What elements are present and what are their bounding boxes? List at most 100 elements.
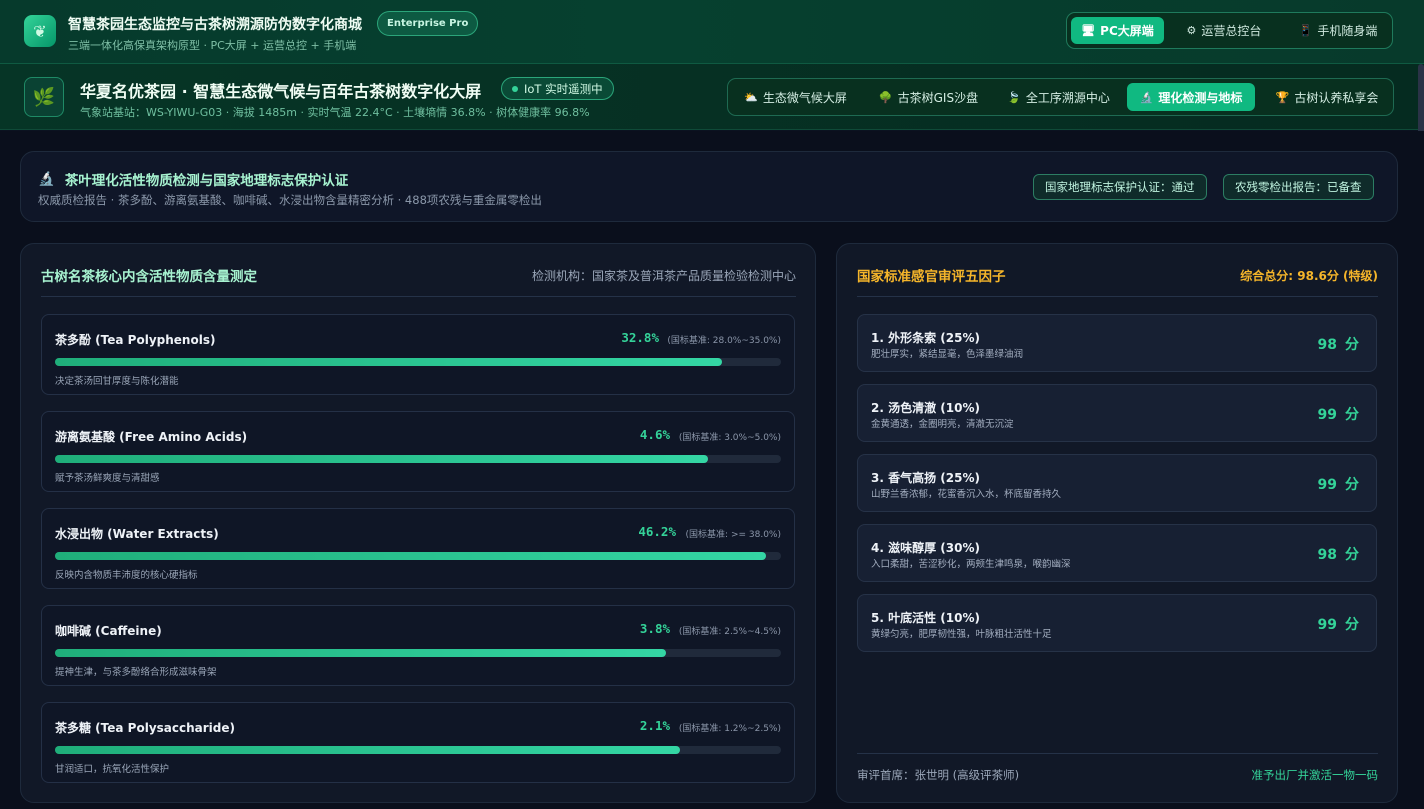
top-bar: ❦ 智慧茶园生态监控与古茶树溯源防伪数字化商城 Enterprise Pro 三…: [0, 0, 1424, 64]
factor-description: 金黄通透，金圈明亮，清澈无沉淀: [871, 419, 1014, 430]
score-unit: 分: [1345, 547, 1359, 563]
mode-ops-console-button[interactable]: ⚙ 运营总控台: [1176, 17, 1272, 44]
sensory-factor-taste: 4. 滋味醇厚 (30%) 入口柔甜，苦涩秒化，两颊生津鸣泉，喉韵幽深 98 分: [857, 524, 1377, 582]
factor-score: 98 分: [1318, 544, 1359, 564]
tab-label: 生态微气候大屏: [762, 90, 847, 105]
chem-name: 游离氨基酸 (Free Amino Acids): [55, 430, 248, 444]
mode-label: 手机随身端: [1317, 24, 1378, 38]
chem-bar-track: [55, 649, 781, 657]
leaf-logo-icon: ❦: [24, 15, 56, 47]
iot-status-badge: IoT 实时遥测中: [501, 77, 614, 100]
chem-standard: (国标基准: >= 38.0%): [685, 530, 781, 540]
chem-bar-fill: [55, 358, 723, 366]
chem-description: 决定茶汤回甘厚度与陈化潜能: [55, 376, 179, 387]
tab-label: 理化检测与地标: [1158, 90, 1243, 105]
factor-score: 99 分: [1318, 474, 1359, 494]
chem-item-amino-acids: 游离氨基酸 (Free Amino Acids) 4.6% (国标基准: 3.0…: [41, 411, 795, 492]
chem-name: 茶多酚 (Tea Polyphenols): [55, 333, 216, 347]
mode-mobile-button[interactable]: 📱 手机随身端: [1288, 17, 1388, 44]
sensory-factor-aroma: 3. 香气高扬 (25%) 山野兰香浓郁，花蜜香沉入水，杯底留香持久 99 分: [857, 454, 1377, 512]
chem-item-caffeine: 咖啡碱 (Caffeine) 3.8% (国标基准: 2.5%~4.5%) 提神…: [41, 605, 795, 686]
chem-bar-track: [55, 552, 781, 560]
chemistry-panel-title: 古树名茶核心内含活性物质含量测定: [41, 269, 257, 285]
app-subtitle: 三端一体化高保真架构原型 · PC大屏 + 运营总控 + 手机端: [68, 39, 357, 52]
chemistry-panel: 古树名茶核心内含活性物质含量测定 检测机构：国家茶及普洱茶产品质量检验检测中心 …: [20, 243, 816, 803]
sun-cloud-icon: ⛅: [744, 90, 758, 104]
chem-bar-fill: [55, 455, 709, 463]
sensory-factor-appearance: 1. 外形条索 (25%) 肥壮厚实，紧结显毫，色泽墨绿油润 98 分: [857, 314, 1377, 372]
microscope-icon: 🔬: [38, 171, 55, 187]
certification-subtitle: 权威质检报告 · 茶多酚、游离氨基酸、咖啡碱、水浸出物含量精密分析 · 488项…: [38, 193, 542, 207]
chem-item-polyphenols: 茶多酚 (Tea Polyphenols) 32.8% (国标基准: 28.0%…: [41, 314, 795, 395]
pesticide-report-badge[interactable]: 农残零检出报告：已备查: [1223, 174, 1374, 200]
sensory-panel-title: 国家标准感官审评五因子: [857, 269, 1006, 285]
chem-description: 提神生津，与茶多酚络合形成滋味骨架: [55, 667, 217, 678]
tab-label: 全工序溯源中心: [1025, 90, 1110, 105]
factor-name: 3. 香气高扬 (25%): [871, 471, 980, 485]
factor-description: 黄绿匀亮，肥厚韧性强，叶脉粗壮活性十足: [871, 629, 1052, 640]
geo-indication-badge[interactable]: 国家地理标志保护认证：通过: [1033, 174, 1207, 200]
factor-score: 98 分: [1318, 334, 1359, 354]
tab-tree-adoption[interactable]: 🏆 古树认养私享会: [1266, 83, 1388, 111]
certification-title-text: 茶叶理化活性物质检测与国家地理标志保护认证: [64, 173, 349, 189]
tab-gis-sandbox[interactable]: 🌳 古茶树GIS沙盘: [868, 83, 989, 111]
monitor-icon: 🖥: [1081, 24, 1096, 37]
factor-name: 1. 外形条索 (25%): [871, 331, 980, 345]
sensory-panel: 国家标准感官审评五因子 综合总分: 98.6分 (特级) 1. 外形条索 (25…: [836, 243, 1398, 803]
platform-mode-switch: 🖥 PC大屏端 ⚙ 运营总控台 📱 手机随身端: [1066, 12, 1393, 49]
chem-item-water-extracts: 水浸出物 (Water Extracts) 46.2% (国标基准: >= 38…: [41, 508, 795, 589]
station-info: 气象站基站：WS-YIWU-G03 · 海拔 1485m · 实时气温 22.4…: [80, 106, 590, 119]
chem-name: 水浸出物 (Water Extracts): [55, 527, 219, 541]
divider: [857, 296, 1378, 297]
divider: [857, 753, 1378, 754]
chem-bar-track: [55, 455, 781, 463]
chem-value: 4.6%: [639, 427, 670, 442]
release-approval-link[interactable]: 准予出厂并激活一物一码: [1252, 767, 1379, 783]
tree-icon: 🌳: [878, 90, 893, 104]
factor-description: 入口柔甜，苦涩秒化，两颊生津鸣泉，喉韵幽深: [871, 559, 1071, 570]
score-unit: 分: [1345, 617, 1359, 633]
site-title: 华夏名优茶园 · 智慧生态微气候与百年古茶树数字化大屏: [80, 82, 482, 101]
factor-name: 4. 滋味醇厚 (30%): [871, 541, 980, 555]
phone-icon: 📱: [1298, 24, 1313, 37]
chem-name: 咖啡碱 (Caffeine): [55, 624, 162, 638]
chem-standard: (国标基准: 2.5%~4.5%): [678, 627, 781, 637]
factor-score: 99 分: [1318, 404, 1359, 424]
sensory-factor-liquor-color: 2. 汤色清澈 (10%) 金黄通透，金圈明亮，清澈无沉淀 99 分: [857, 384, 1377, 442]
chem-standard: (国标基准: 3.0%~5.0%): [678, 433, 781, 443]
chem-value: 32.8%: [621, 330, 659, 345]
factor-description: 肥壮厚实，紧结显毫，色泽墨绿油润: [871, 349, 1024, 360]
testing-lab-label: 检测机构：国家茶及普洱茶产品质量检验检测中心: [531, 269, 796, 283]
chem-standard: (国标基准: 1.2%~2.5%): [678, 724, 781, 734]
tab-label: 古树认养私享会: [1294, 90, 1379, 105]
mode-label: PC大屏端: [1100, 24, 1154, 38]
divider: [41, 296, 796, 297]
chem-item-polysaccharide: 茶多糖 (Tea Polysaccharide) 2.1% (国标基准: 1.2…: [41, 702, 795, 783]
leaf-icon: 🍃: [1007, 90, 1021, 104]
tab-microclimate[interactable]: ⛅ 生态微气候大屏: [734, 83, 857, 111]
total-score: 综合总分: 98.6分 (特级): [1240, 269, 1378, 283]
score-number: 98: [1317, 547, 1337, 563]
trophy-icon: 🏆: [1275, 90, 1290, 104]
chem-bar-fill: [55, 746, 681, 754]
chem-description: 反映内含物质丰沛度的核心硬指标: [55, 570, 198, 581]
chem-bar-fill: [55, 649, 666, 657]
chief-evaluator: 审评首席：张世明 (高级评茶师): [857, 768, 1020, 782]
score-number: 99: [1317, 617, 1337, 633]
chem-value: 46.2%: [638, 524, 676, 539]
tab-lab-testing[interactable]: 🔬 理化检测与地标: [1127, 83, 1255, 111]
tab-traceability[interactable]: 🍃 全工序溯源中心: [1000, 83, 1117, 111]
chem-standard: (国标基准: 28.0%~35.0%): [667, 336, 781, 346]
chem-name: 茶多糖 (Tea Polysaccharide): [55, 721, 235, 735]
live-dot-icon: [512, 85, 518, 92]
edition-badge: Enterprise Pro: [377, 11, 479, 36]
chem-description: 赋予茶汤鲜爽度与清甜感: [55, 473, 160, 484]
certification-title: 🔬 茶叶理化活性物质检测与国家地理标志保护认证: [38, 169, 348, 189]
app-title: 智慧茶园生态监控与古茶树溯源防伪数字化商城: [68, 17, 362, 33]
module-tabs: ⛅ 生态微气候大屏 🌳 古茶树GIS沙盘 🍃 全工序溯源中心 🔬 理化检测与地标…: [727, 78, 1394, 116]
microscope-icon: 🔬: [1139, 90, 1154, 104]
factor-name: 5. 叶底活性 (10%): [871, 611, 980, 625]
score-unit: 分: [1345, 407, 1359, 423]
mode-pc-screen-button[interactable]: 🖥 PC大屏端: [1071, 17, 1164, 44]
chem-value: 2.1%: [639, 718, 670, 733]
